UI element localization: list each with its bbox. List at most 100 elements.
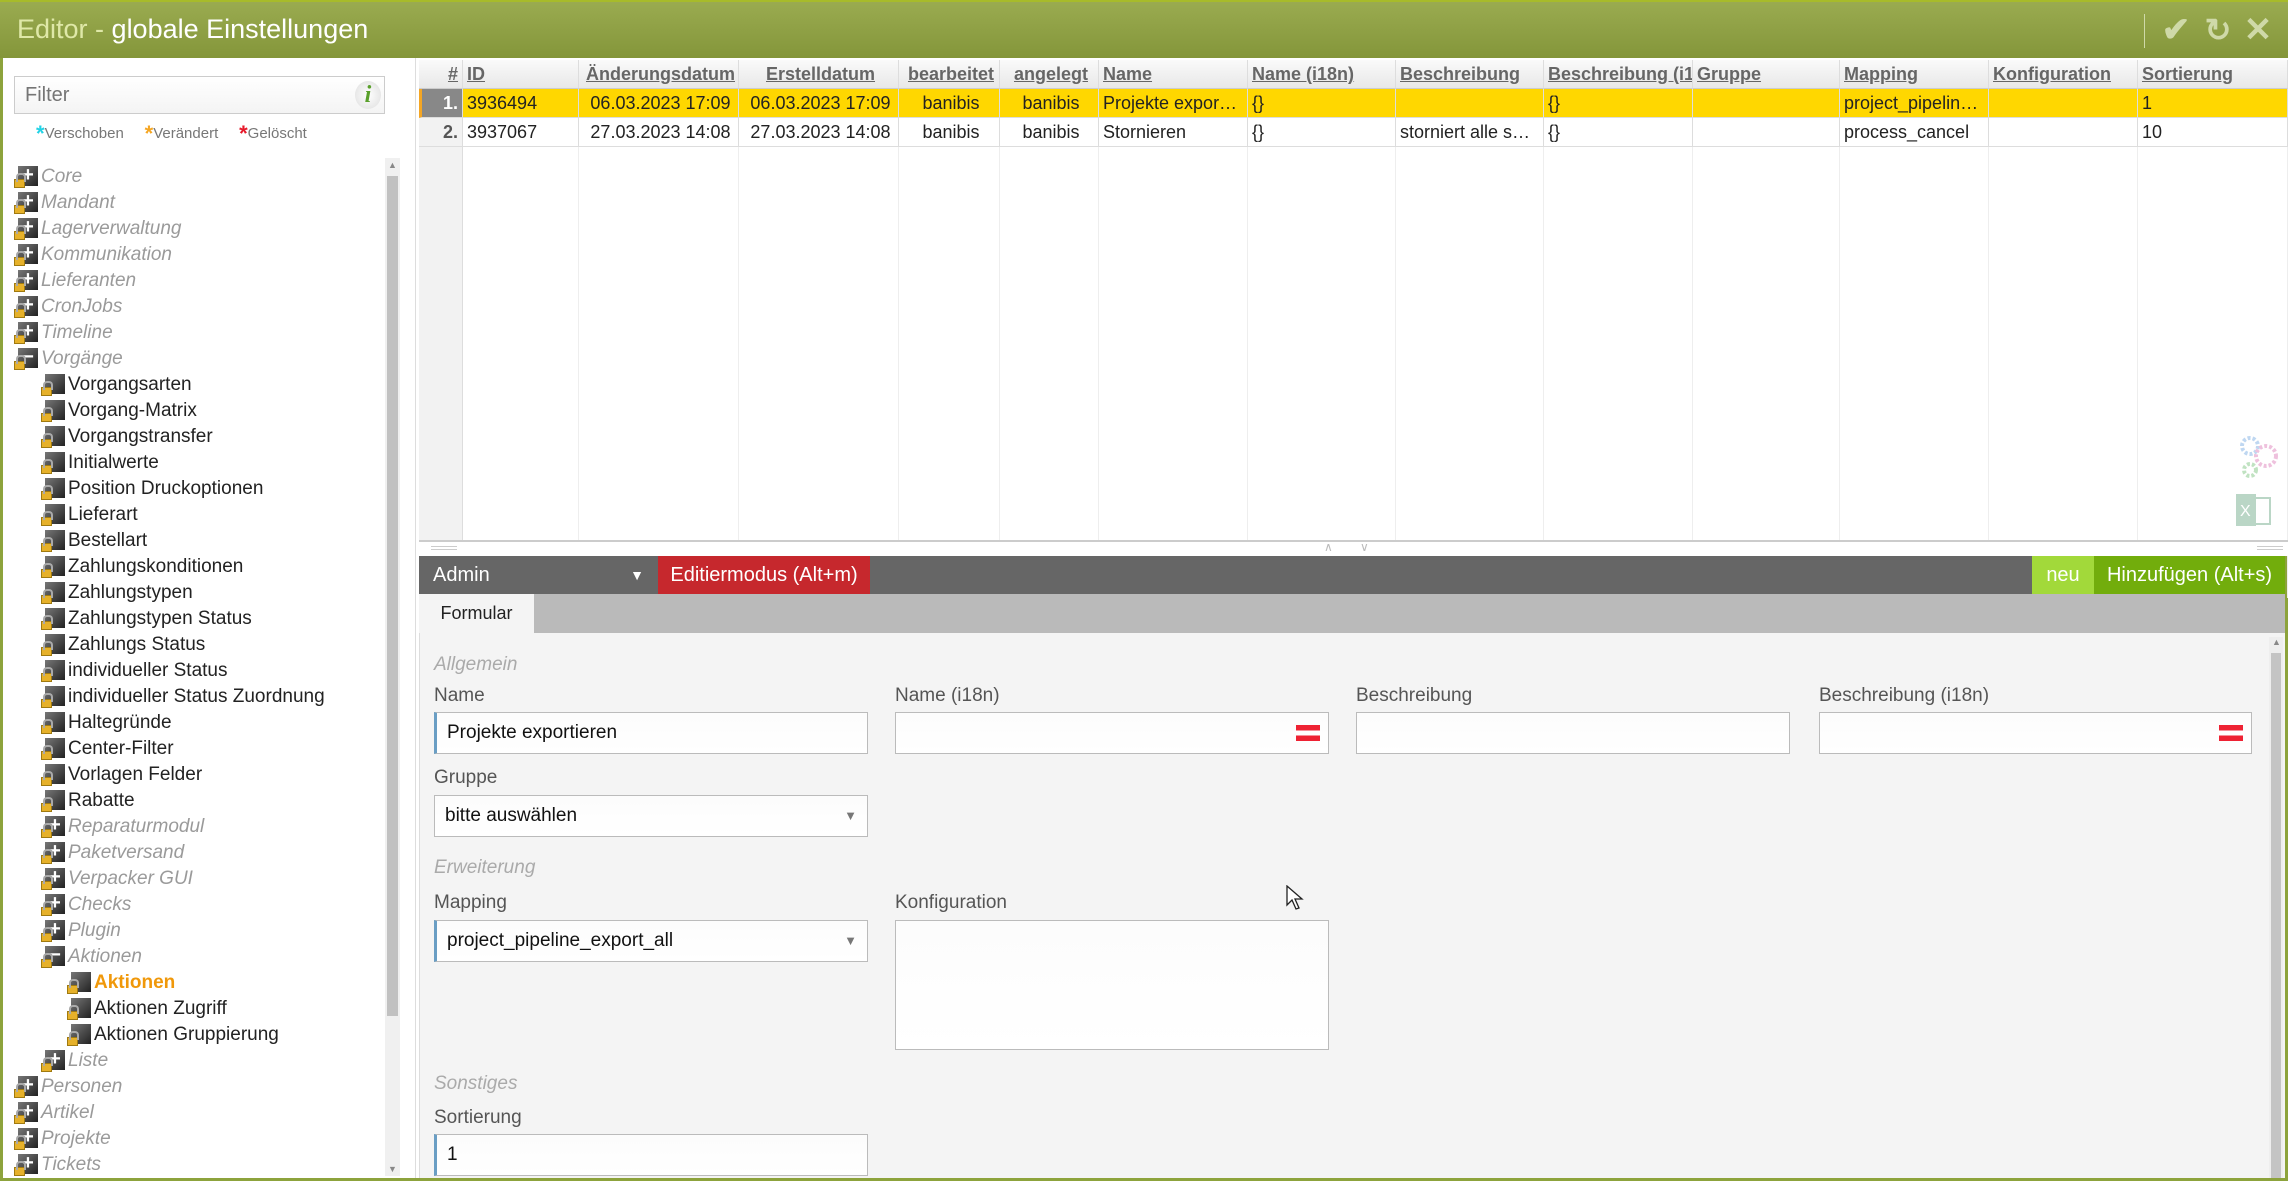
leaf-node-icon[interactable]	[41, 504, 65, 528]
table-cell[interactable]: 27.03.2023 14:08	[579, 118, 739, 147]
check-icon[interactable]: ✔	[2158, 12, 2194, 48]
info-icon[interactable]: i	[355, 81, 381, 109]
leaf-node-icon[interactable]	[41, 452, 65, 476]
leaf-node-icon[interactable]	[41, 374, 65, 398]
expand-plus-icon[interactable]: +	[14, 217, 38, 242]
column-header[interactable]: Name (i18n)	[1248, 60, 1396, 89]
expand-plus-icon[interactable]: +	[14, 1075, 38, 1100]
add-button[interactable]: Hinzufügen (Alt+s)	[2094, 556, 2285, 594]
group-select[interactable]: bitte auswählen ▼	[434, 795, 868, 837]
leaf-node-icon[interactable]	[41, 478, 65, 502]
table-cell[interactable]: storniert alle s…	[1396, 118, 1544, 147]
sort-field[interactable]: 1	[434, 1134, 868, 1176]
expand-plus-icon[interactable]: +	[14, 191, 38, 216]
leaf-node-icon[interactable]	[67, 998, 91, 1022]
sidebar-scrollbar[interactable]: ▲ ▼	[385, 158, 400, 1176]
expand-plus-icon[interactable]: +	[14, 295, 38, 320]
row-number[interactable]: 2.	[419, 118, 463, 147]
expand-plus-icon[interactable]: +	[14, 1101, 38, 1126]
leaf-node-icon[interactable]	[41, 556, 65, 580]
expand-plus-icon[interactable]: +	[41, 919, 65, 944]
scroll-down-icon[interactable]: ▼	[388, 1164, 397, 1174]
expand-plus-icon[interactable]: +	[14, 243, 38, 268]
column-header[interactable]: ID	[463, 60, 579, 89]
scroll-up-icon[interactable]: ▲	[388, 160, 397, 170]
austria-flag-icon[interactable]	[2219, 725, 2243, 741]
user-select[interactable]: Admin ▼	[419, 556, 658, 594]
collapse-minus-icon[interactable]: −	[14, 347, 38, 372]
collapse-down-icon[interactable]: ∨	[1360, 540, 1369, 554]
column-header[interactable]: Erstelldatum	[739, 60, 899, 89]
expand-plus-icon[interactable]: +	[41, 893, 65, 918]
table-cell[interactable]: 1	[2138, 89, 2288, 118]
column-header[interactable]: bearbeitet	[899, 60, 1000, 89]
leaf-node-icon[interactable]	[41, 764, 65, 788]
column-header[interactable]: #	[419, 60, 463, 89]
excel-export-icon[interactable]: X	[2236, 490, 2272, 530]
collapse-up-icon[interactable]: ∧	[1324, 540, 1333, 554]
row-number[interactable]: 1.	[419, 89, 463, 118]
leaf-node-icon[interactable]	[67, 1024, 91, 1048]
table-cell[interactable]	[1693, 118, 1840, 147]
column-header[interactable]: Mapping	[1840, 60, 1989, 89]
scroll-up-icon[interactable]: ▲	[2272, 637, 2281, 647]
expand-plus-icon[interactable]: +	[41, 867, 65, 892]
table-cell[interactable]: Projekte expor…	[1099, 89, 1248, 118]
new-button[interactable]: neu	[2032, 556, 2094, 594]
description-field[interactable]	[1356, 712, 1790, 754]
expand-plus-icon[interactable]: +	[14, 269, 38, 294]
leaf-node-icon[interactable]	[41, 634, 65, 658]
leaf-node-icon[interactable]	[41, 790, 65, 814]
table-cell[interactable]: 10	[2138, 118, 2288, 147]
table-cell[interactable]: 27.03.2023 14:08	[739, 118, 899, 147]
mapping-select[interactable]: project_pipeline_export_all ▼	[434, 920, 868, 962]
expand-plus-icon[interactable]: +	[41, 1049, 65, 1074]
leaf-node-icon[interactable]	[41, 738, 65, 762]
column-header[interactable]: Änderungsdatum	[579, 60, 739, 89]
expand-plus-icon[interactable]: +	[14, 321, 38, 346]
table-cell[interactable]: Stornieren	[1099, 118, 1248, 147]
name-field[interactable]: Projekte exportieren	[434, 712, 868, 754]
config-textarea[interactable]	[895, 920, 1329, 1050]
leaf-node-icon[interactable]	[67, 972, 91, 996]
table-cell[interactable]: process_cancel	[1840, 118, 1989, 147]
expand-plus-icon[interactable]: +	[14, 1127, 38, 1152]
table-cell[interactable]: banibis	[1000, 118, 1099, 147]
table-cell[interactable]: {}	[1248, 89, 1396, 118]
grip-icon[interactable]	[431, 546, 457, 550]
leaf-node-icon[interactable]	[41, 426, 65, 450]
scroll-thumb[interactable]	[2271, 653, 2281, 1178]
column-header[interactable]: Sortierung	[2138, 60, 2288, 89]
table-cell[interactable]: 06.03.2023 17:09	[579, 89, 739, 118]
table-cell[interactable]: banibis	[1000, 89, 1099, 118]
table-cell[interactable]	[1989, 89, 2138, 118]
leaf-node-icon[interactable]	[41, 530, 65, 554]
austria-flag-icon[interactable]	[1296, 725, 1320, 741]
table-cell[interactable]: 3937067	[463, 118, 579, 147]
scroll-thumb[interactable]	[387, 176, 398, 1016]
close-icon[interactable]: ✕	[2240, 12, 2276, 48]
table-cell[interactable]: banibis	[899, 89, 1000, 118]
panel-splitter[interactable]: ∧ ∨	[419, 540, 2288, 556]
table-cell[interactable]: {}	[1248, 118, 1396, 147]
form-scrollbar[interactable]: ▲	[2269, 637, 2283, 1178]
leaf-node-icon[interactable]	[41, 660, 65, 684]
refresh-icon[interactable]: ↻	[2200, 12, 2236, 48]
description-i18n-field[interactable]	[1819, 712, 2252, 754]
expand-plus-icon[interactable]: +	[41, 841, 65, 866]
grip-icon[interactable]	[2257, 546, 2283, 550]
expand-plus-icon[interactable]: +	[14, 1153, 38, 1178]
leaf-node-icon[interactable]	[41, 400, 65, 424]
table-cell[interactable]: 06.03.2023 17:09	[739, 89, 899, 118]
expand-plus-icon[interactable]: +	[14, 165, 38, 190]
leaf-node-icon[interactable]	[41, 686, 65, 710]
edit-mode-button[interactable]: Editiermodus (Alt+m)	[658, 556, 870, 594]
table-cell[interactable]	[1693, 89, 1840, 118]
table-cell[interactable]: 3936494	[463, 89, 579, 118]
tab-formular[interactable]: Formular	[419, 594, 534, 633]
column-header[interactable]: angelegt	[1000, 60, 1099, 89]
column-header[interactable]: Name	[1099, 60, 1248, 89]
name-i18n-field[interactable]	[895, 712, 1329, 754]
leaf-node-icon[interactable]	[41, 712, 65, 736]
table-cell[interactable]: project_pipelin…	[1840, 89, 1989, 118]
